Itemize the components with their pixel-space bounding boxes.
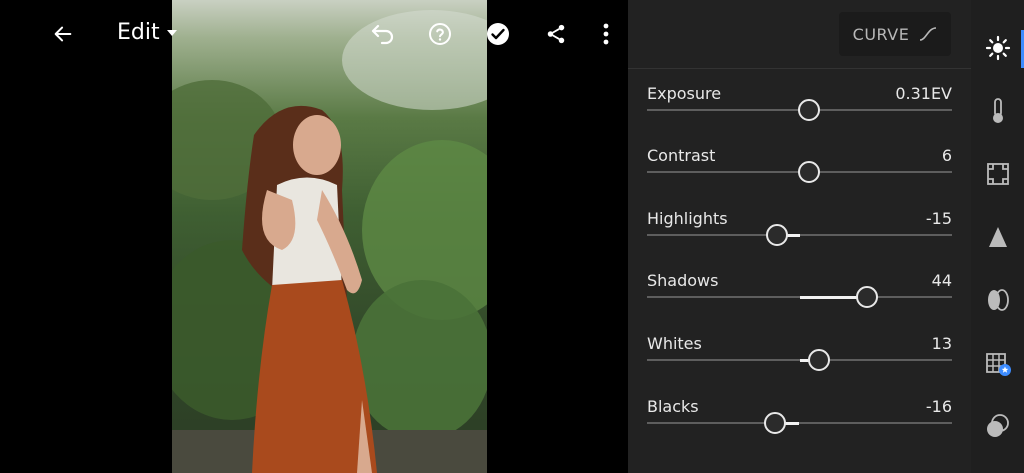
more-options-button[interactable] <box>590 18 622 50</box>
slider-track[interactable] <box>647 224 952 246</box>
slider-label: Exposure <box>647 84 722 103</box>
slider-knob[interactable] <box>765 224 788 246</box>
slider-whites: Whites 13 <box>647 334 952 394</box>
slider-knob[interactable] <box>855 286 878 308</box>
slider-value: 6 <box>941 146 952 165</box>
photo-preview[interactable] <box>172 0 487 473</box>
slider-knob[interactable] <box>797 161 820 183</box>
slider-knob[interactable] <box>797 99 820 121</box>
mask-icon <box>987 414 1009 437</box>
presets-icon <box>986 353 1011 376</box>
curve-label: CURVE <box>852 24 910 44</box>
detail-tool[interactable] <box>983 222 1013 252</box>
slider-label: Shadows <box>647 271 719 290</box>
slider-track[interactable] <box>647 412 952 434</box>
tool-rail <box>971 0 1024 473</box>
photo-illustration <box>172 10 487 473</box>
detail-icon <box>989 227 1007 247</box>
slider-blacks: Blacks -16 <box>647 397 952 457</box>
share-button[interactable] <box>540 18 572 50</box>
slider-label: Highlights <box>647 209 728 228</box>
slider-exposure: Exposure 0.31EV <box>647 84 952 144</box>
slider-track[interactable] <box>647 99 952 121</box>
optics-tool[interactable] <box>983 285 1013 315</box>
optics-icon <box>988 289 1009 311</box>
presets-tool[interactable] <box>983 348 1013 378</box>
slider-value: -15 <box>925 209 952 228</box>
slider-track[interactable] <box>647 286 952 308</box>
curve-button[interactable]: CURVE <box>839 12 951 56</box>
caret-down-icon <box>166 29 177 36</box>
panel-divider <box>628 68 971 69</box>
checkmark-circle-icon <box>487 23 509 45</box>
slider-contrast: Contrast 6 <box>647 146 952 206</box>
slider-label: Blacks <box>647 397 699 416</box>
crop-tool[interactable] <box>983 159 1013 189</box>
done-button[interactable] <box>482 18 514 50</box>
arrow-left-icon <box>54 26 72 42</box>
back-button[interactable] <box>47 18 79 50</box>
slider-track[interactable] <box>647 161 952 183</box>
slider-value: -16 <box>925 397 952 416</box>
crop-icon <box>987 163 1009 185</box>
top-toolbar: Edit <box>0 0 628 68</box>
edit-mode-label: Edit <box>117 20 160 45</box>
color-icon <box>993 98 1003 123</box>
slider-value: 13 <box>931 334 952 353</box>
edit-mode-dropdown[interactable]: Edit <box>117 20 178 45</box>
slider-value: 0.31EV <box>895 84 952 103</box>
curve-icon <box>920 27 937 41</box>
slider-track[interactable] <box>647 349 952 371</box>
slider-knob[interactable] <box>764 412 787 434</box>
photo-area: Edit <box>0 0 628 473</box>
help-icon <box>429 23 451 45</box>
slider-label: Whites <box>647 334 702 353</box>
light-tool[interactable] <box>983 33 1013 63</box>
mask-tool[interactable] <box>983 411 1013 441</box>
slider-highlights: Highlights -15 <box>647 209 952 269</box>
undo-button[interactable] <box>367 18 399 50</box>
undo-icon <box>371 24 394 45</box>
color-tool[interactable] <box>983 96 1013 126</box>
more-vertical-icon <box>603 23 609 45</box>
light-panel: CURVE Exposure 0.31EV Contrast 6 Highlights -… <box>628 0 971 473</box>
slider-value: 44 <box>931 271 952 290</box>
slider-knob[interactable] <box>808 349 831 371</box>
help-button[interactable] <box>424 18 456 50</box>
share-icon <box>547 24 565 44</box>
slider-shadows: Shadows 44 <box>647 271 952 331</box>
slider-label: Contrast <box>647 146 716 165</box>
light-icon <box>985 35 1011 61</box>
